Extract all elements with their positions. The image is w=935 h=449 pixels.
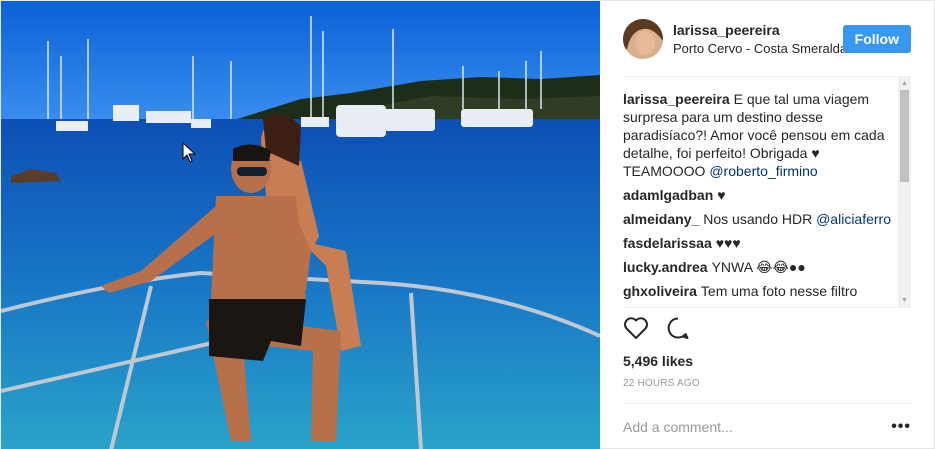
list-item: almeidany_ Nos usando HDR @aliciaferro (623, 210, 897, 228)
post-location[interactable]: Porto Cervo - Costa Smeralda (673, 41, 851, 56)
list-item: adamlgadban ♥ (623, 186, 897, 204)
comment-text: Tem uma foto nesse filtro (700, 283, 858, 299)
post-header: larissa_peereira Porto Cervo - Costa Sme… (623, 1, 911, 77)
beach-couple-photo (1, 1, 600, 449)
comment-username[interactable]: fasdelarissaa (623, 235, 712, 251)
comment-username[interactable]: lucky.andrea (623, 259, 708, 275)
list-item: fasdelarissaa ♥♥♥ (623, 234, 897, 252)
comment-text: Nos usando HDR (703, 211, 817, 227)
comment-username[interactable]: almeidany_ (623, 211, 699, 227)
avatar-image (623, 18, 663, 59)
comments-scrollbar[interactable]: ▲ ▼ (898, 77, 911, 307)
comment-text: YNWA 😂😂●● (711, 259, 806, 275)
post-actions (623, 307, 911, 353)
avatar[interactable] (623, 18, 663, 59)
comment-username[interactable]: ghxoliveira (623, 283, 697, 299)
list-item: lucky.andrea YNWA 😂😂●● (623, 258, 897, 276)
comment-username[interactable]: adamlgadban (623, 187, 713, 203)
follow-button[interactable]: Follow (842, 24, 911, 53)
more-options-icon[interactable]: ••• (891, 418, 911, 436)
comment-bubble-icon[interactable] (665, 316, 691, 345)
comments-list: larissa_peereira E que tal uma viagem sur… (623, 77, 911, 307)
post-photo[interactable] (1, 1, 600, 449)
comment-text: ♥ (717, 187, 726, 203)
caption-username[interactable]: larissa_peereira (623, 91, 730, 107)
scroll-up-arrow-icon[interactable]: ▲ (898, 77, 911, 90)
caption: larissa_peereira E que tal uma viagem sur… (623, 90, 897, 180)
likes-count[interactable]: 5,496 likes (623, 353, 911, 375)
post-username[interactable]: larissa_peereira (673, 22, 839, 38)
scrollbar-thumb[interactable] (900, 90, 909, 182)
header-text: larissa_peereira Porto Cervo - Costa Sme… (673, 22, 847, 56)
post-timestamp[interactable]: 22 HOURS AGO (623, 375, 911, 403)
list-item: ghxoliveira Tem uma foto nesse filtro (623, 282, 897, 300)
comment-text: ♥♥♥ (715, 235, 741, 251)
scroll-down-arrow-icon[interactable]: ▼ (898, 294, 911, 307)
comment-mention[interactable]: @aliciaferro (816, 211, 891, 227)
comment-input[interactable] (623, 418, 863, 435)
post-sidebar: larissa_peereira Porto Cervo - Costa Sme… (600, 1, 935, 449)
post-card: larissa_peereira Porto Cervo - Costa Sme… (0, 0, 935, 449)
caption-mention[interactable]: @roberto_firmino (709, 163, 817, 179)
add-comment-bar: ••• (623, 403, 911, 449)
heart-icon[interactable] (623, 316, 649, 345)
